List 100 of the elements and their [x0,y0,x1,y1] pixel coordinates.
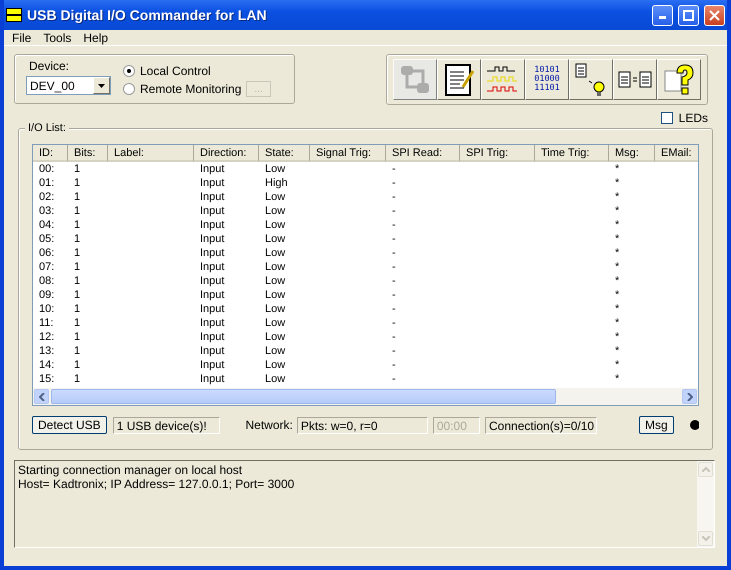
table-cell-text: Low [264,246,286,260]
signal-waves-icon [486,64,520,94]
table-cell-text: * [614,260,620,274]
msg-button[interactable]: Msg [639,416,674,434]
table-cell-text: Input [199,260,226,274]
table-cell-text: * [614,316,620,330]
table-cell-text: 04: [38,218,56,232]
table-cell-text: 12: [38,330,56,344]
table-cell-text: * [614,344,620,358]
table-cell-text: 1 [73,260,82,274]
table-cell-text: * [614,190,620,204]
menu-item[interactable]: File [6,30,38,44]
column-header[interactable]: Label: [108,145,194,162]
column-header[interactable]: SPI Trig: [460,145,535,162]
timer-field: 00:00 [432,416,480,434]
table-cell-text: - [391,288,397,302]
column-header[interactable]: Msg: [609,145,655,162]
table-cell-text: - [391,204,397,218]
table-cell-text: 01: [38,176,56,190]
column-header[interactable]: EMail: [655,145,698,162]
scroll-right-icon [686,392,692,400]
table-cell-text: Input [199,358,226,372]
maximize-button[interactable] [678,4,699,26]
column-header[interactable]: SPI Read: [386,145,460,162]
column-header[interactable]: Bits: [68,145,108,162]
table-cell-text: - [391,316,397,330]
table-cell-text: Low [264,204,286,218]
table-cell-text: - [391,330,397,344]
close-button[interactable] [704,4,725,26]
table-cell-text: Input [199,372,226,386]
table-cell-text: 1 [73,316,82,330]
toolbar-button[interactable] [613,59,657,100]
network-label: Network: [246,418,293,432]
menu-item[interactable]: Help [77,30,114,44]
table-cell-text: 03: [38,204,56,218]
minimize-button[interactable] [652,4,673,26]
notepad-pencil-icon [443,62,475,96]
table-cell-text: 08: [38,274,56,288]
detect-usb-button[interactable]: Detect USB [32,416,107,434]
table-cell-text: - [391,162,397,176]
radio-button[interactable] [123,65,135,77]
table-cell-text: * [614,246,620,260]
horizontal-scrollbar[interactable] [33,388,698,405]
app-icon [6,8,22,22]
device-label: Device: [28,59,70,73]
table-cell-text: * [614,218,620,232]
table-cell-text: 1 [73,246,82,260]
maximize-icon [683,10,694,20]
table-cell-text: - [391,358,397,372]
scroll-left-icon [38,392,44,400]
table-cell-text: Input [199,274,226,288]
column-header[interactable]: Direction: [194,145,259,162]
table-cell-text: 1 [73,204,82,218]
table-cell-text: Low [264,232,286,246]
table-cell-text: Low [264,260,286,274]
network-icon [399,64,431,96]
table-cell-text: 10: [38,302,56,316]
table-cell-text: Low [264,302,286,316]
table-cell-text: Low [264,288,286,302]
table-cell-text: Input [199,232,226,246]
radio-label: Local Control [140,64,211,78]
leds-checkbox[interactable] [660,112,673,124]
toolbar-button[interactable] [569,59,613,100]
column-header[interactable]: Signal Trig: [310,145,386,162]
table-cell-text: 11: [38,316,54,330]
table-cell-text: Input [199,190,226,204]
table-cell-text: * [614,274,620,288]
table-cell-text: 00: [38,162,56,176]
table-cell-text: Input [199,330,226,344]
table-cell-text: Input [199,288,226,302]
table-cell-text: 09: [38,288,56,302]
toolbar-button[interactable] [437,59,481,100]
table-cell-text: Input [199,246,226,260]
table-cell-text: 05: [38,232,56,246]
device-dropdown[interactable]: DEV_00 [26,76,111,95]
table-cell-text: Low [264,330,286,344]
table-cell-text: 14: [38,358,56,372]
table-cell-text: - [391,232,397,246]
radio-button[interactable] [123,83,135,95]
table-cell-text: 15: [38,372,56,386]
table-cell-text: 1 [73,288,82,302]
table-cell-text: * [614,176,620,190]
table-cell-text: 1 [73,218,82,232]
toolbar-button[interactable] [481,59,525,100]
table-cell-text: - [391,302,397,316]
table-cell-text: * [614,302,620,316]
column-header[interactable]: ID: [33,145,68,162]
menu-item[interactable]: Tools [37,30,78,44]
table-cell-text: Input [199,162,226,176]
toolbar-button[interactable] [657,59,701,100]
table-cell-text: 1 [73,274,82,288]
column-header[interactable]: Time Trig: [535,145,609,162]
table-cell-text: Low [264,162,286,176]
table-cell-text: - [391,372,397,386]
column-header[interactable]: State: [259,145,310,162]
table-cell-text: - [391,260,397,274]
table-cell-text: * [614,372,620,386]
table-cell-text: * [614,288,620,302]
toolbar-button[interactable]: 10101 01000 11101 [525,59,569,100]
table-cell-text: Low [264,316,286,330]
